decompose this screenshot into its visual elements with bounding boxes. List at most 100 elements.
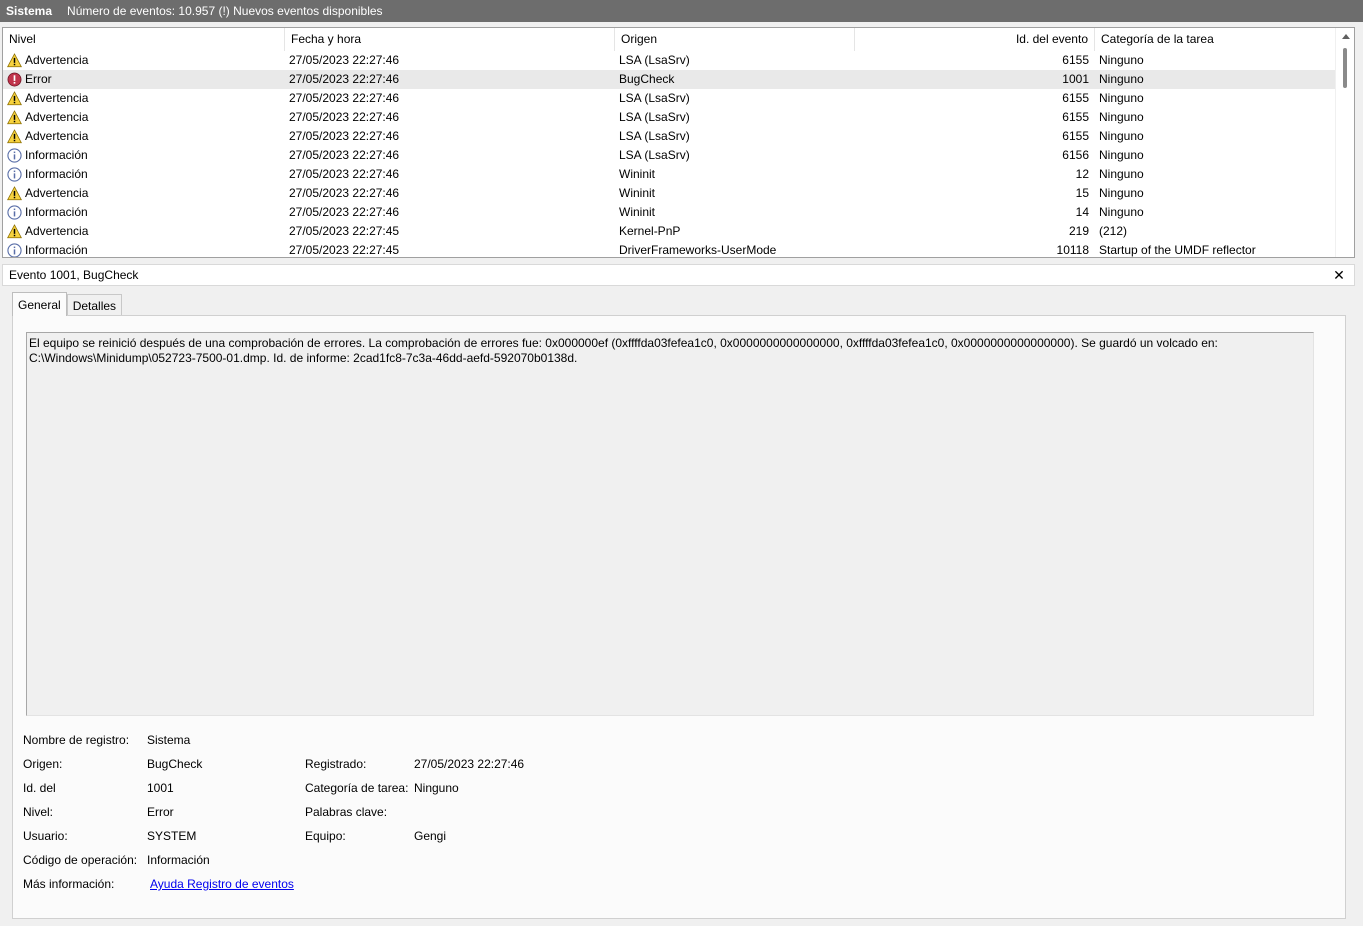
scroll-thumb[interactable]: [1343, 48, 1347, 88]
event-id-cell: 10118: [1056, 243, 1089, 257]
detail-tabs: General Detalles: [12, 292, 123, 316]
logged-label: Registrado:: [305, 757, 367, 771]
table-row[interactable]: Advertencia 27/05/2023 22:27:46 LSA (LsaSr…: [3, 89, 1336, 108]
event-id-cell: 14: [1075, 205, 1089, 219]
event-id-cell: 12: [1075, 167, 1089, 181]
info-icon: [7, 148, 22, 163]
event-log-help-link[interactable]: Ayuda Registro de eventos: [150, 877, 294, 891]
table-row[interactable]: Información 27/05/2023 22:27:45 DriverFram…: [3, 241, 1336, 257]
source-cell: LSA (LsaSrv): [619, 91, 690, 105]
source-cell: Wininit: [619, 205, 656, 219]
source-label: Origen:: [23, 757, 63, 771]
level-cell: Información: [7, 165, 285, 184]
event-id-cell: 1001: [1062, 72, 1089, 86]
more-info-label: Más información:: [23, 877, 115, 891]
event-id-cell: 219: [1068, 224, 1089, 238]
event-id-cell: 6155: [1062, 53, 1089, 67]
level-text: Información: [25, 148, 88, 162]
task-category-cell: Ninguno: [1099, 148, 1144, 162]
column-header-source[interactable]: Origen: [615, 28, 855, 51]
tab-details[interactable]: Detalles: [66, 294, 123, 316]
title-bar: Sistema Número de eventos: 10.957 (!) Nu…: [0, 0, 1363, 22]
table-row[interactable]: Advertencia 27/05/2023 22:27:45 Kernel-PnP…: [3, 222, 1336, 241]
column-header-task-category[interactable]: Categoría de la tarea: [1095, 28, 1336, 51]
event-id-cell: 6156: [1062, 148, 1089, 162]
date-cell: 27/05/2023 22:27:45: [289, 243, 400, 257]
level-cell: Advertencia: [7, 184, 285, 203]
level-text: Información: [25, 243, 88, 257]
warning-icon: [7, 186, 22, 201]
table-row[interactable]: Error 27/05/2023 22:27:46 BugCheck 1001 Ning…: [3, 70, 1336, 89]
level-text: Advertencia: [25, 53, 89, 67]
column-header-date[interactable]: Fecha y hora: [285, 28, 615, 51]
close-icon[interactable]: ✕: [1332, 267, 1346, 283]
event-id-label: Id. del: [23, 781, 56, 795]
date-cell: 27/05/2023 22:27:46: [289, 91, 400, 105]
level-label: Nivel:: [23, 805, 54, 819]
list-header: Nivel Fecha y hora Origen Id. del evento…: [3, 28, 1336, 51]
user-value: SYSTEM: [147, 829, 197, 843]
date-cell: 27/05/2023 22:27:46: [289, 167, 400, 181]
scroll-up-arrow-icon[interactable]: [1342, 34, 1350, 39]
level-text: Error: [25, 72, 52, 86]
source-cell: Wininit: [619, 167, 656, 181]
date-cell: 27/05/2023 22:27:46: [289, 72, 400, 86]
warning-icon: [7, 53, 22, 68]
level-cell: Información: [7, 146, 285, 165]
level-text: Advertencia: [25, 224, 89, 238]
task-category-cell: Ninguno: [1099, 53, 1144, 67]
event-description-box[interactable]: El equipo se reinició después de una com…: [26, 332, 1314, 716]
level-cell: Advertencia: [7, 108, 285, 127]
computer-value: Gengi: [414, 829, 447, 843]
opcode-value: Información: [147, 853, 210, 867]
date-cell: 27/05/2023 22:27:46: [289, 205, 400, 219]
date-cell: 27/05/2023 22:27:46: [289, 53, 400, 67]
level-text: Información: [25, 205, 88, 219]
level-cell: Advertencia: [7, 89, 285, 108]
event-rows: Advertencia 27/05/2023 22:27:46 LSA (LsaSr…: [3, 51, 1336, 257]
user-label: Usuario:: [23, 829, 68, 843]
event-detail-title: Evento 1001, BugCheck: [9, 268, 139, 282]
log-name-label: Nombre de registro:: [23, 733, 130, 747]
source-cell: LSA (LsaSrv): [619, 53, 690, 67]
opcode-label: Código de operación:: [23, 853, 138, 867]
event-id-cell: 6155: [1062, 110, 1089, 124]
source-cell: LSA (LsaSrv): [619, 129, 690, 143]
event-count-info[interactable]: Número de eventos: 10.957 (!) Nuevos eve…: [67, 4, 383, 18]
source-cell: LSA (LsaSrv): [619, 110, 690, 124]
warning-icon: [7, 110, 22, 125]
column-header-level[interactable]: Nivel: [3, 28, 285, 51]
event-id-cell: 15: [1075, 186, 1089, 200]
level-cell: Información: [7, 203, 285, 222]
info-icon: [7, 205, 22, 220]
level-value: Error: [147, 805, 174, 819]
level-cell: Advertencia: [7, 127, 285, 146]
event-description-text: El equipo se reinició después de una com…: [29, 336, 1218, 365]
log-name-value: Sistema: [147, 733, 191, 747]
info-icon: [7, 167, 22, 182]
level-cell: Advertencia: [7, 51, 285, 70]
level-text: Advertencia: [25, 129, 89, 143]
task-category-cell: Startup of the UMDF reflector: [1099, 243, 1256, 257]
level-text: Información: [25, 167, 88, 181]
keywords-label: Palabras clave:: [305, 805, 388, 819]
task-category-cell: Ninguno: [1099, 186, 1144, 200]
table-row[interactable]: Información 27/05/2023 22:27:46 Wininit 14 N…: [3, 203, 1336, 222]
table-row[interactable]: Información 27/05/2023 22:27:46 LSA (LsaSr…: [3, 146, 1336, 165]
level-text: Advertencia: [25, 91, 89, 105]
list-scrollbar[interactable]: [1335, 28, 1354, 257]
level-text: Advertencia: [25, 186, 89, 200]
table-row[interactable]: Advertencia 27/05/2023 22:27:46 LSA (LsaSr…: [3, 108, 1336, 127]
table-row[interactable]: Advertencia 27/05/2023 22:27:46 Wininit 15 N…: [3, 184, 1336, 203]
table-row[interactable]: Advertencia 27/05/2023 22:27:46 LSA (LsaSr…: [3, 127, 1336, 146]
event-list[interactable]: Nivel Fecha y hora Origen Id. del evento…: [2, 27, 1355, 258]
table-row[interactable]: Información 27/05/2023 22:27:46 Wininit 12 N…: [3, 165, 1336, 184]
table-row[interactable]: Advertencia 27/05/2023 22:27:46 LSA (LsaSr…: [3, 51, 1336, 70]
source-cell: DriverFrameworks-UserMode: [619, 243, 777, 257]
column-header-event-id[interactable]: Id. del evento: [855, 28, 1095, 51]
level-cell: Información: [7, 241, 285, 257]
task-category-cell: Ninguno: [1099, 110, 1144, 124]
warning-icon: [7, 224, 22, 239]
logged-value: 27/05/2023 22:27:46: [414, 757, 525, 771]
tab-general[interactable]: General: [12, 292, 67, 316]
